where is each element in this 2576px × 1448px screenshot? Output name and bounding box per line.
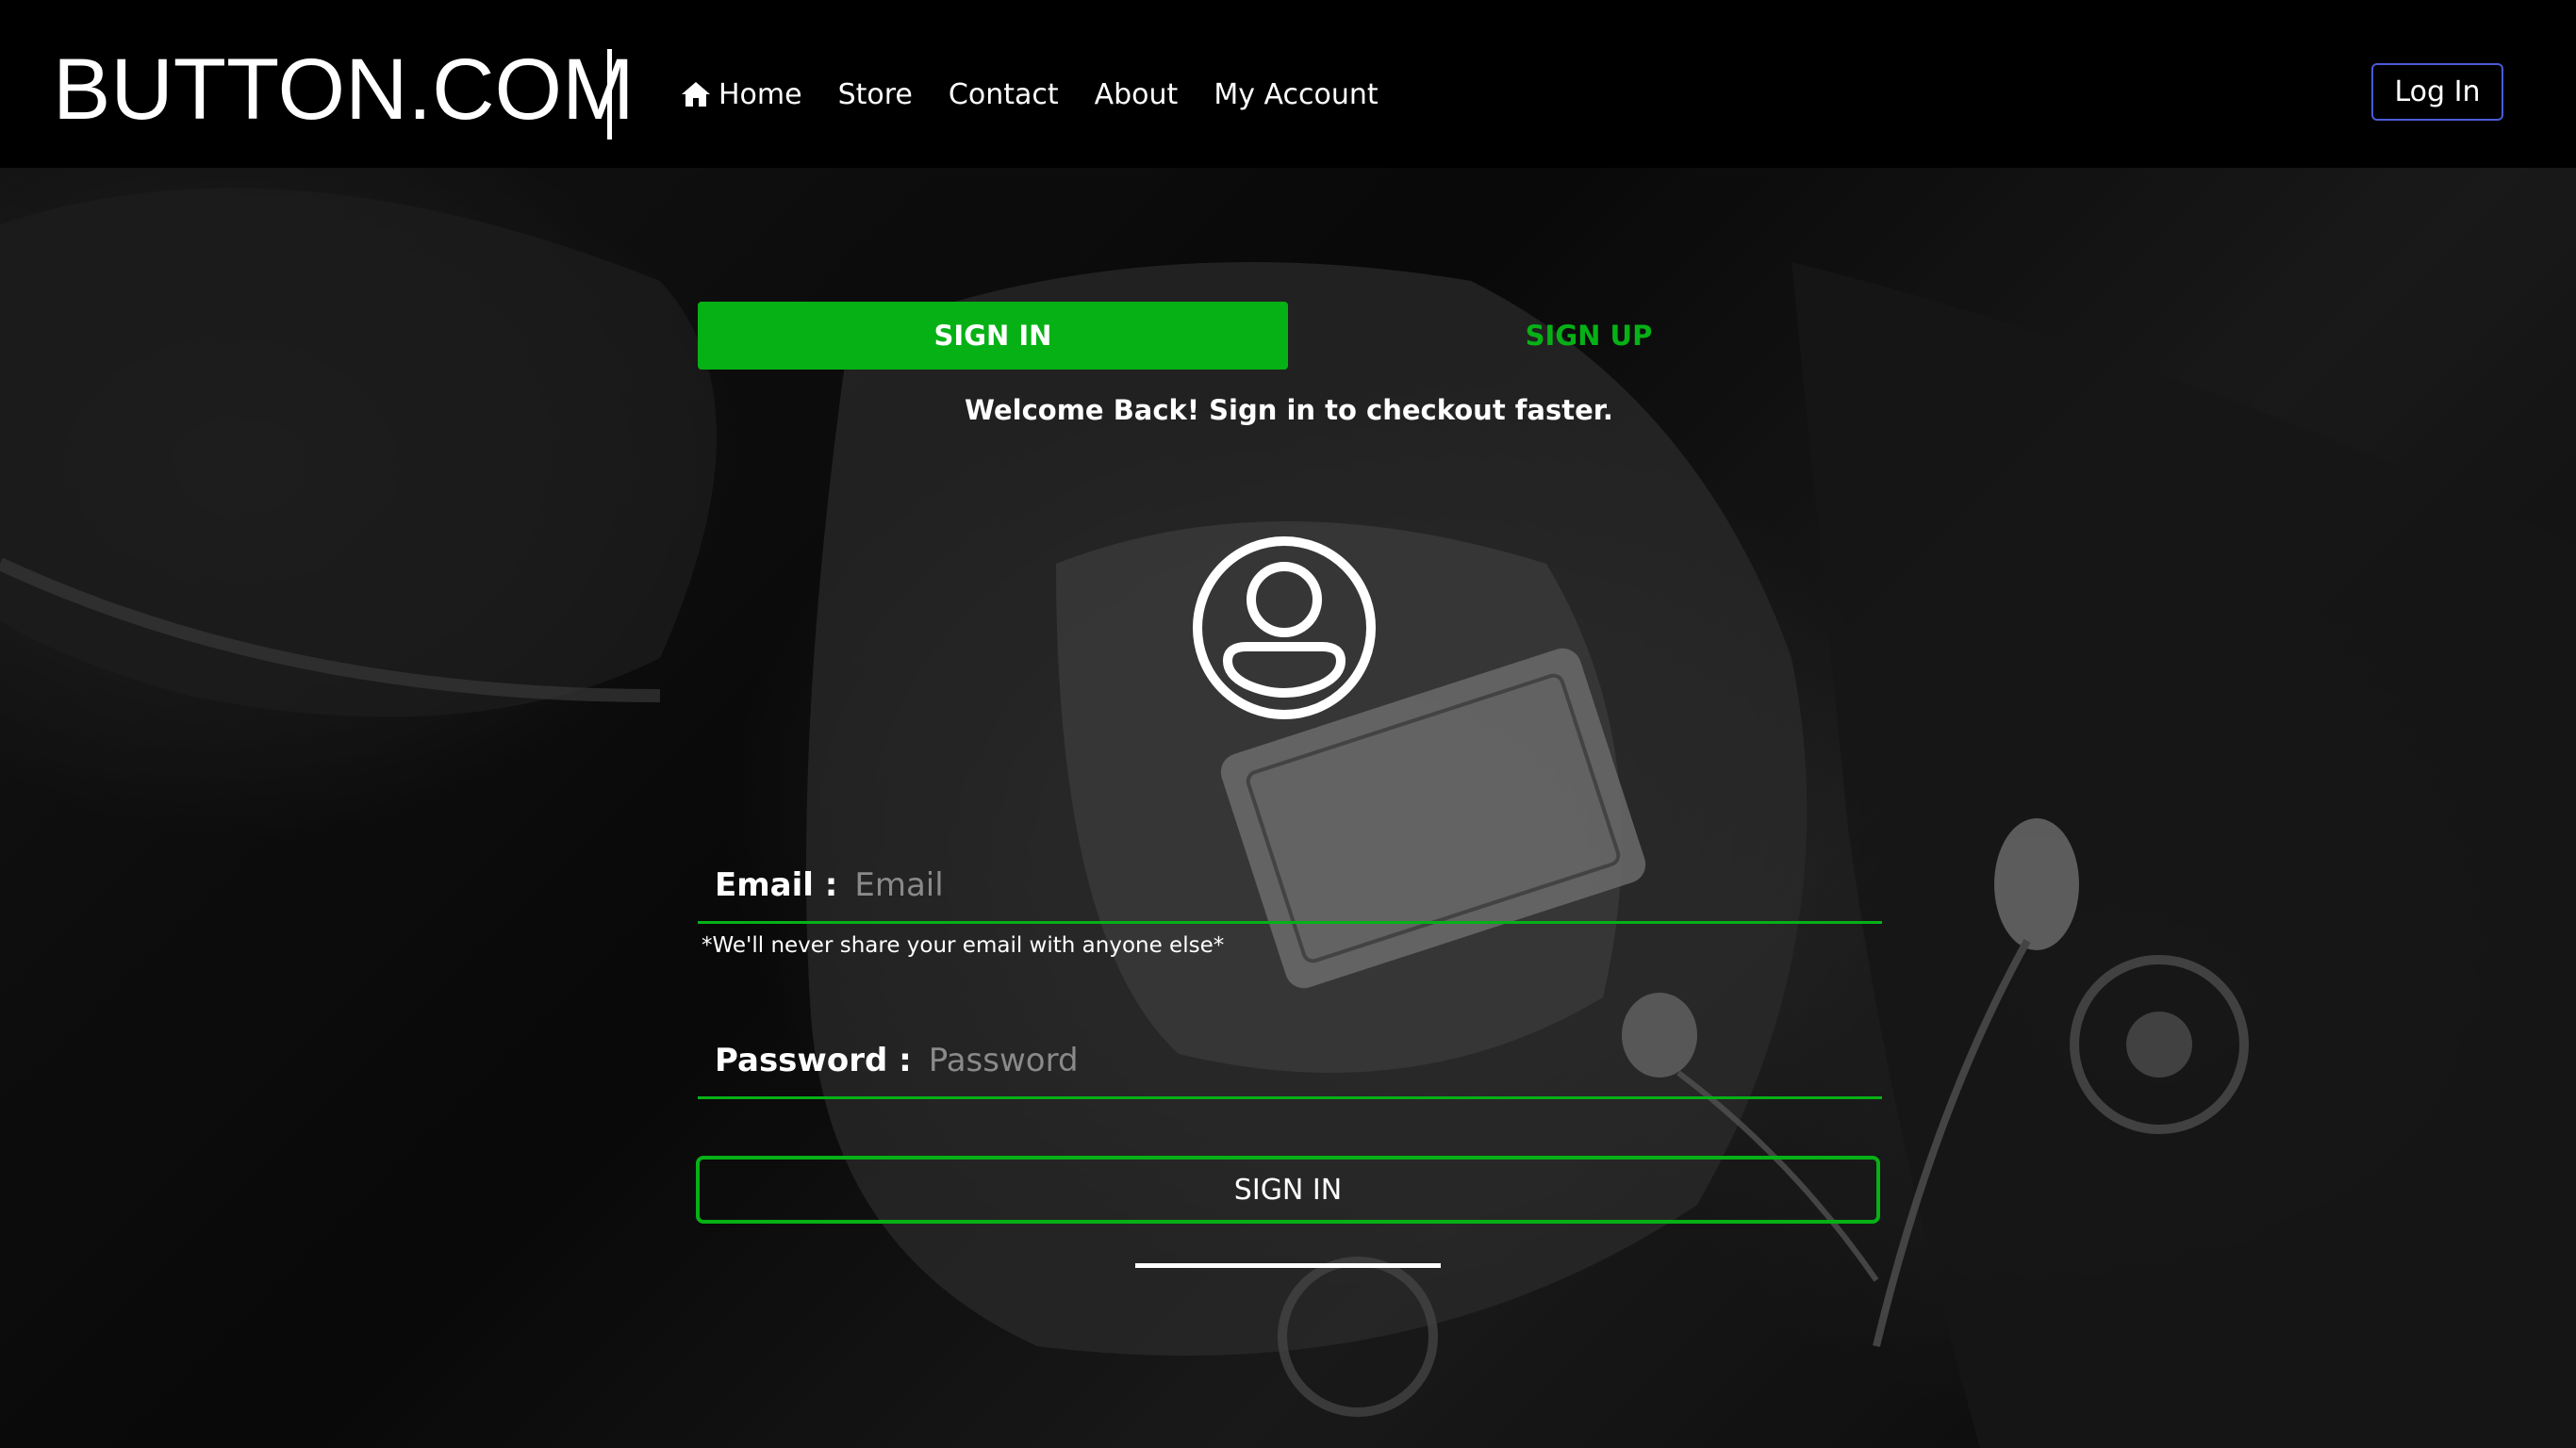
nav-link-my-account[interactable]: My Account [1214, 78, 1378, 111]
password-field[interactable] [928, 1031, 1882, 1089]
email-row: Email : [698, 848, 1882, 924]
email-privacy-note: *We'll never share your email with anyon… [702, 933, 1225, 958]
denim-jacket-photo [0, 168, 2576, 1448]
email-label: Email : [715, 865, 838, 904]
hero-background-image [0, 168, 2576, 1448]
nav-link-contact[interactable]: Contact [949, 78, 1059, 111]
brand-logo[interactable]: BUTTON.COM [53, 38, 635, 141]
password-label: Password : [715, 1041, 912, 1079]
welcome-message: Welcome Back! Sign in to checkout faster… [965, 394, 1613, 426]
tab-sign-in[interactable]: SIGN IN [698, 302, 1288, 370]
email-field[interactable] [854, 856, 1882, 913]
nav-link-about[interactable]: About [1095, 78, 1179, 111]
login-button[interactable]: Log In [2371, 63, 2503, 121]
tab-sign-up[interactable]: SIGN UP [1452, 302, 1726, 370]
user-circle-icon [1193, 536, 1376, 719]
sign-in-submit-button[interactable]: SIGN IN [696, 1156, 1880, 1224]
nav-link-home[interactable]: Home [681, 78, 802, 111]
nav-links: Home Store Contact About My Account [681, 66, 1414, 123]
brand-divider [607, 49, 612, 140]
divider-bar [1135, 1263, 1441, 1268]
nav-link-home-label: Home [718, 77, 802, 111]
home-icon [682, 82, 710, 107]
nav-link-store[interactable]: Store [838, 78, 913, 111]
password-row: Password : [698, 1024, 1882, 1099]
top-navbar: BUTTON.COM Home Store Contact About My A… [0, 0, 2576, 168]
